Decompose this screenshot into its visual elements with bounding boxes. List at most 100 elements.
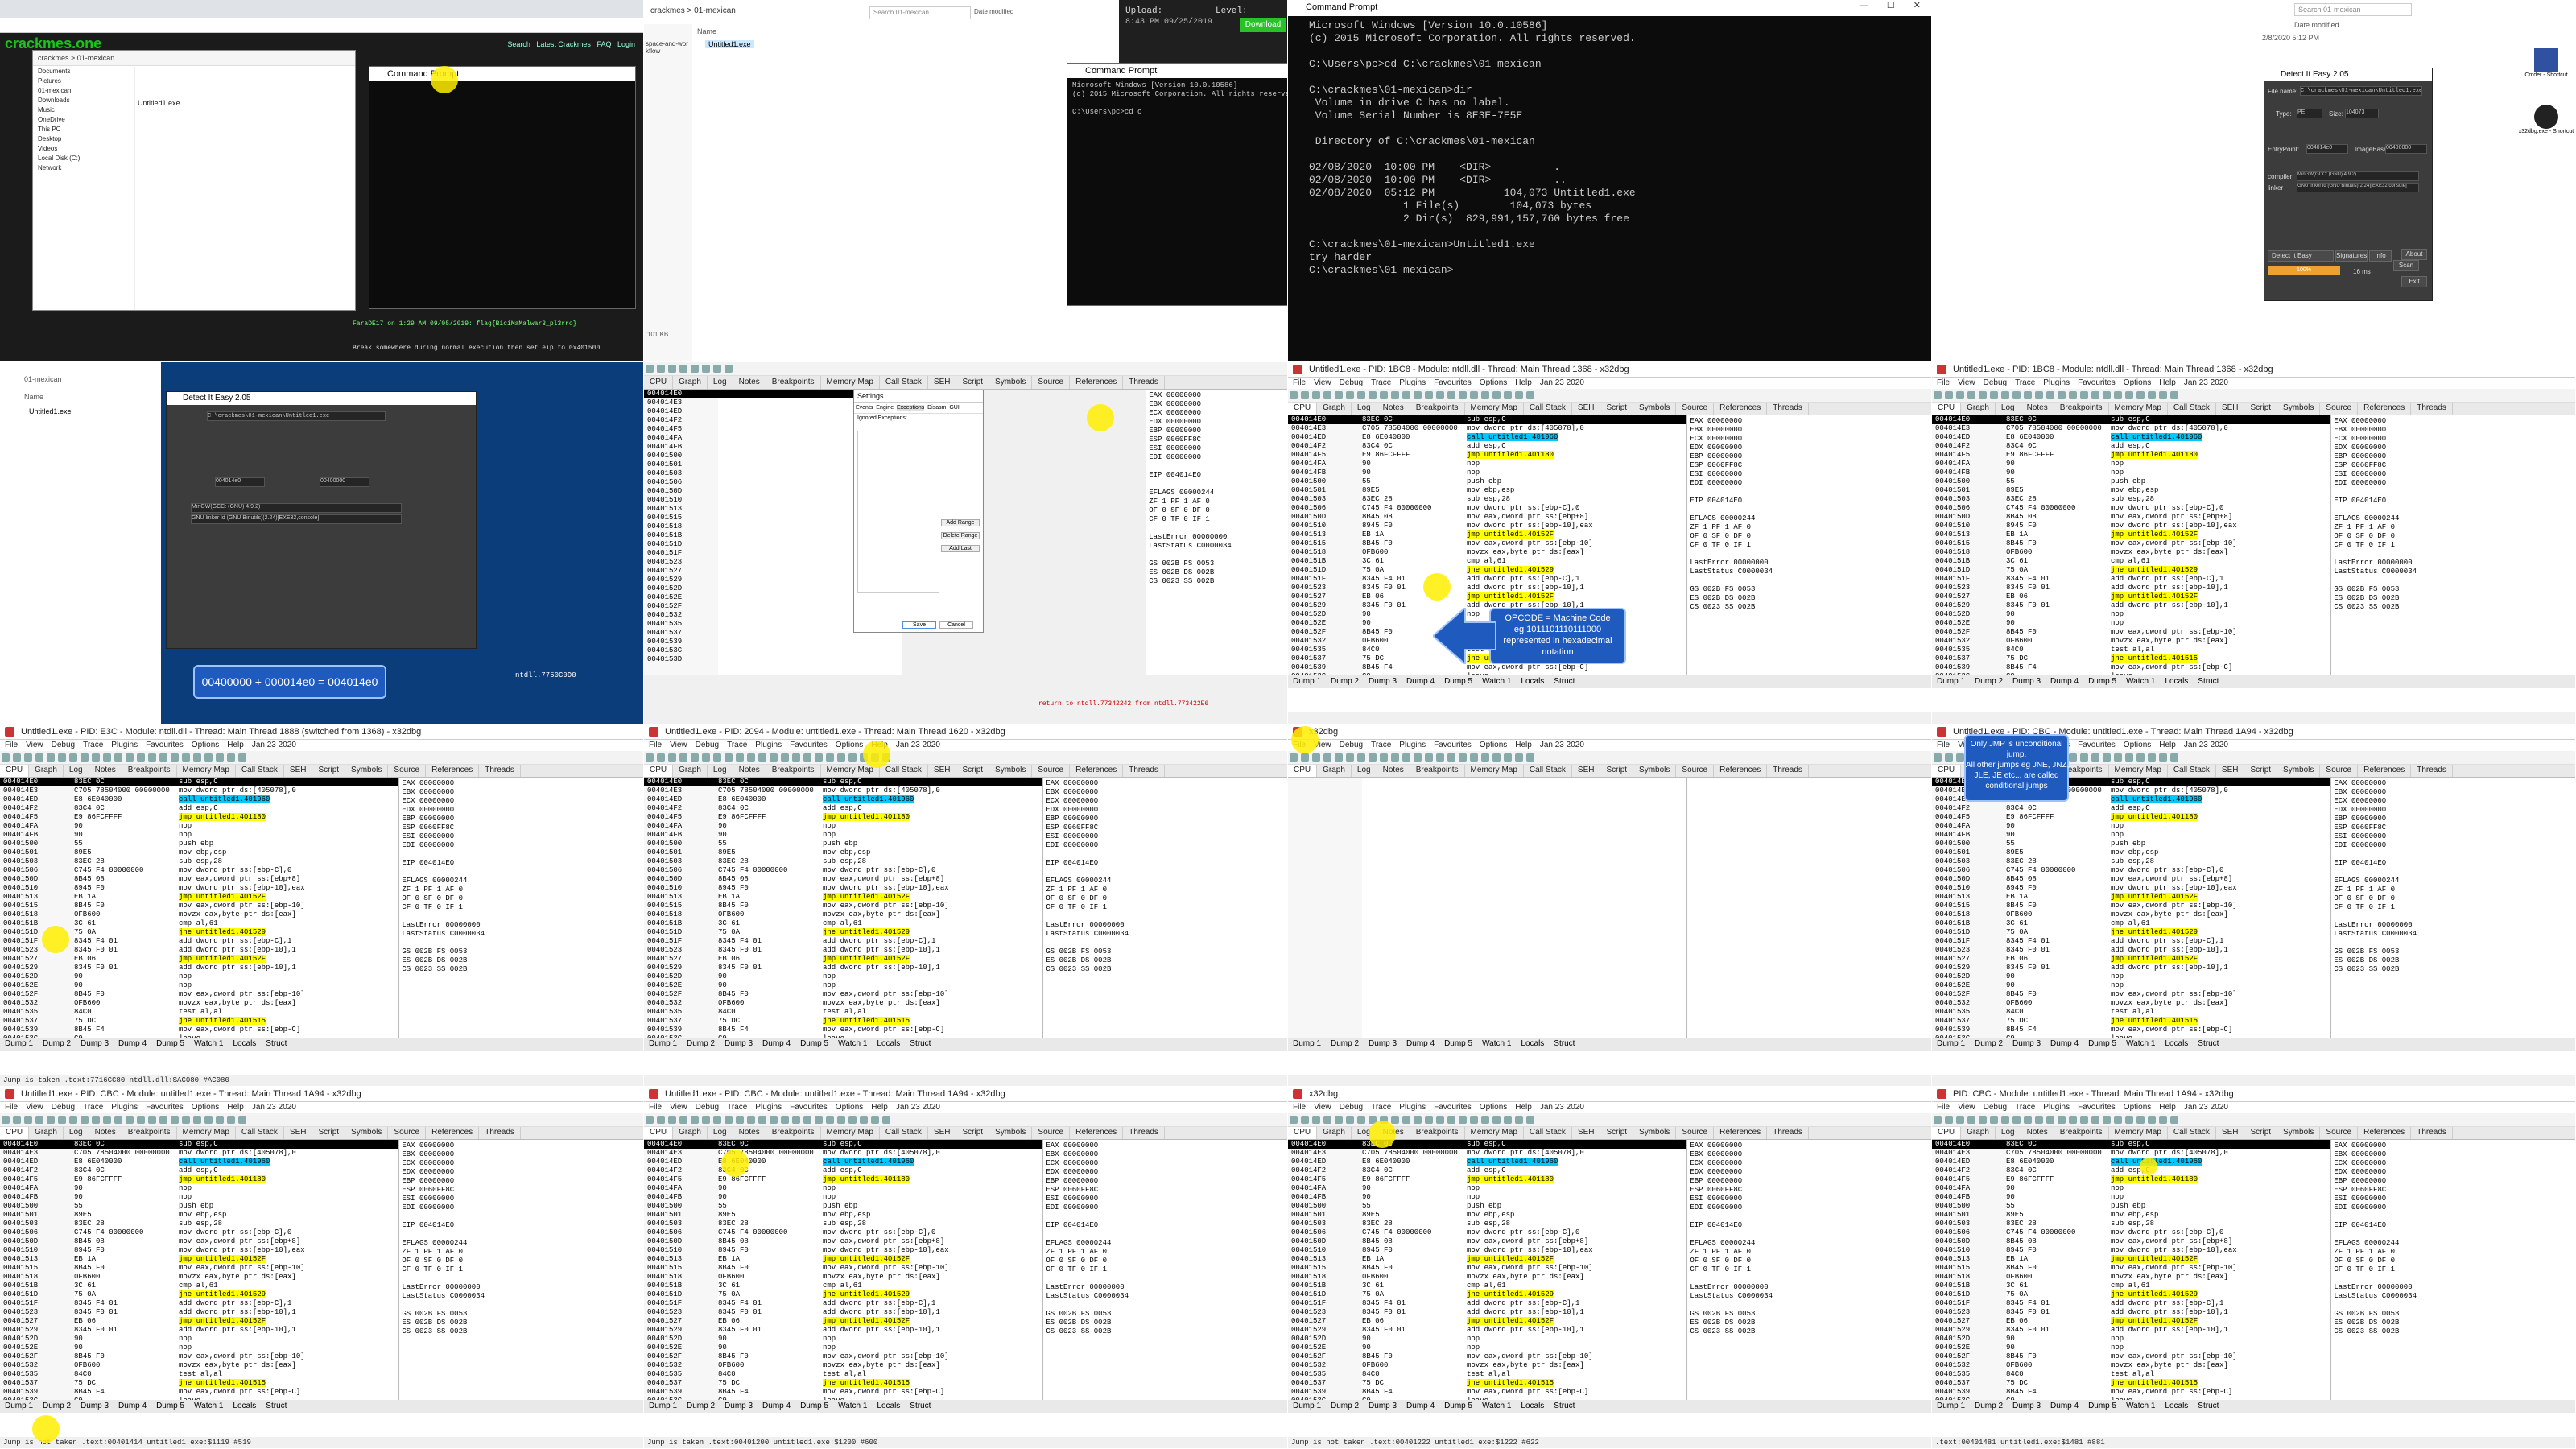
register-line[interactable]: EIP 004014E0 xyxy=(402,1221,640,1230)
tab-notes[interactable]: Notes xyxy=(89,1126,122,1139)
asm-row[interactable]: 0040151B 3C 61 cmp al,61 xyxy=(1288,557,1686,566)
asm-row[interactable]: 00401500 55 push ebp xyxy=(1932,840,2330,848)
toolbar-icon[interactable] xyxy=(1492,391,1501,399)
tab-seh[interactable]: SEH xyxy=(1572,764,1601,777)
asm-row[interactable]: 0040150D 8B45 08 mov eax,dword ptr ss:[ebp… xyxy=(1288,1237,1686,1246)
menu-item[interactable]: Favourites xyxy=(2078,741,2116,749)
asm-row[interactable]: 004014F5 E9 86FCFFFF jmp untitled1.401180 xyxy=(1932,451,2330,460)
toolbar-icon[interactable] xyxy=(1312,753,1320,762)
register-line[interactable]: EDI 00000000 xyxy=(2334,1203,2572,1212)
asm-row[interactable]: 004014E3C705 78504000 00000000mov dword … xyxy=(0,1149,398,1158)
asm-row[interactable]: 00401527 EB 06 jmp untitled1.40152F xyxy=(1288,1317,1686,1326)
register-line[interactable]: ESI 00000000 xyxy=(2334,1195,2572,1203)
asm-row[interactable]: 004014E3C705 78504000 00000000mov dword … xyxy=(0,786,398,795)
toolbar-icon[interactable] xyxy=(1391,753,1399,762)
tab-memory-map[interactable]: Memory Map xyxy=(2109,402,2168,415)
toolbar-icon[interactable] xyxy=(1323,391,1331,399)
menu-item[interactable]: Help xyxy=(2159,741,2176,749)
asm-row[interactable]: 00401501 89E5 mov ebp,esp xyxy=(1288,486,1686,495)
register-line[interactable]: EIP 004014E0 xyxy=(1046,1221,1284,1230)
tab-breakpoints[interactable]: Breakpoints xyxy=(122,764,177,777)
register-line[interactable] xyxy=(402,850,640,859)
asm-row[interactable]: 0040151F 8345 F4 01 add dword ptr ss:[ebp-… xyxy=(644,1299,1042,1308)
register-line[interactable]: CS 0023 SS 002B xyxy=(402,965,640,974)
toolbar-icon[interactable] xyxy=(238,753,246,762)
asm-row[interactable]: 004015320FB600movzx eax,byte ptr ds:[eax… xyxy=(0,1361,398,1370)
dump-tab[interactable]: Dump 4 xyxy=(114,1039,151,1048)
register-line[interactable]: EDI 00000000 xyxy=(1046,841,1284,850)
dump-tab[interactable]: Dump 5 xyxy=(795,1402,833,1410)
toolbar-icon[interactable] xyxy=(1967,391,1975,399)
asm-row[interactable]: 00401518 0FB600 movzx eax,byte ptr ds:[eax… xyxy=(1932,548,2330,557)
tab-breakpoints[interactable]: Breakpoints xyxy=(766,376,821,389)
disassembly-view[interactable]: 004014E083EC 0Csub esp,C004014E3C705 785… xyxy=(1932,415,2332,675)
register-line[interactable]: EBX 00000000 xyxy=(2334,426,2572,435)
toolbar-icon[interactable] xyxy=(1515,753,1523,762)
download-button[interactable]: Download xyxy=(1240,18,1286,32)
browser-address-bar[interactable] xyxy=(0,18,643,33)
tab-references[interactable]: References xyxy=(426,1126,480,1139)
dump-tab[interactable]: Watch 1 xyxy=(833,1402,872,1410)
sidebar-item[interactable]: Desktop xyxy=(38,134,134,144)
tab-call-stack[interactable]: Call Stack xyxy=(236,1126,284,1139)
menu-item[interactable]: Options xyxy=(2124,1103,2151,1112)
asm-row[interactable]: 0040153CC9leave xyxy=(1288,1397,1686,1400)
asm-row[interactable]: 00401518 0FB600 movzx eax,byte ptr ds:[eax… xyxy=(644,1273,1042,1282)
entrypoint-field[interactable]: 004014e0 xyxy=(215,477,265,487)
disassembly-view[interactable]: 004014E083EC 0Csub esp,C004014E3C705 785… xyxy=(644,1140,1044,1400)
register-line[interactable]: EBX 00000000 xyxy=(1046,788,1284,797)
register-line[interactable]: GS 002B FS 0053 xyxy=(1046,947,1284,956)
tab-memory-map[interactable]: Memory Map xyxy=(177,764,236,777)
entrypoint-field[interactable]: 004014e0 xyxy=(2306,144,2348,154)
tab-memory-map[interactable]: Memory Map xyxy=(821,1126,880,1139)
toolbar-icon[interactable] xyxy=(1945,1116,1953,1124)
register-line[interactable]: GS 002B FS 0053 xyxy=(1690,585,1928,594)
dump-tab[interactable]: Dump 1 xyxy=(1288,1402,1326,1410)
register-line[interactable]: ZF 1 PF 1 AF 0 xyxy=(1046,886,1284,894)
menu-item[interactable]: Options xyxy=(2124,741,2151,749)
tab-references[interactable]: References xyxy=(426,764,480,777)
toolbar-icon[interactable] xyxy=(1504,753,1512,762)
register-line[interactable] xyxy=(1690,488,1928,497)
asm-row[interactable]: 004014EDE8 6E040000call untitled1.401960 xyxy=(0,795,398,804)
register-line[interactable]: ESP 0060FF8C xyxy=(1149,436,1284,444)
register-line[interactable]: ESI 00000000 xyxy=(402,832,640,841)
dump-tab[interactable]: Dump 1 xyxy=(1932,677,1970,686)
about-button[interactable]: About xyxy=(2401,249,2427,260)
toolbar-icon[interactable] xyxy=(1414,753,1422,762)
toolbar-icon[interactable] xyxy=(1323,753,1331,762)
register-line[interactable]: LastError 00000000 xyxy=(402,1283,640,1292)
register-line[interactable]: EDX 00000000 xyxy=(2334,444,2572,452)
menu-item[interactable]: Plugins xyxy=(755,741,782,749)
asm-row[interactable]: 00401501 89E5 mov ebp,esp xyxy=(1932,848,2330,857)
register-line[interactable] xyxy=(2334,576,2572,585)
asm-row[interactable]: 00401501 89E5 mov ebp,esp xyxy=(0,1211,398,1220)
toolbar-icon[interactable] xyxy=(2069,1116,2077,1124)
toolbar-icon[interactable] xyxy=(13,753,21,762)
asm-row[interactable]: 004014FB 90 nop xyxy=(0,1193,398,1202)
asm-row[interactable]: 00401503 83EC 28 sub esp,28 xyxy=(0,857,398,866)
asm-row[interactable]: 004014E083EC 0Csub esp,C xyxy=(644,1140,1043,1149)
menu-item[interactable]: File xyxy=(5,1103,18,1112)
register-line[interactable]: ESP 0060FF8C xyxy=(2334,824,2572,832)
toolbar-icon[interactable] xyxy=(148,1116,156,1124)
register-line[interactable]: ECX 00000000 xyxy=(1690,1159,1928,1168)
register-line[interactable]: ES 002B DS 002B xyxy=(2334,594,2572,603)
tab-call-stack[interactable]: Call Stack xyxy=(1524,764,1572,777)
menu-item[interactable]: Options xyxy=(836,1103,863,1112)
asm-row[interactable]: 004014EDE8 6E040000call untitled1.401960 xyxy=(1932,433,2330,442)
menu-item[interactable]: Plugins xyxy=(755,1103,782,1112)
toolbar-icon[interactable] xyxy=(2069,753,2077,762)
tab-seh[interactable]: SEH xyxy=(928,1126,957,1139)
register-line[interactable]: EAX 00000000 xyxy=(1149,391,1284,400)
menu-item[interactable]: Trace xyxy=(727,741,747,749)
asm-row[interactable]: 0040153775 DCjne untitled1.401515 xyxy=(1288,1379,1686,1388)
asm-row[interactable]: 00401510 8945 F0 mov dword ptr ss:[ebp-10]… xyxy=(0,1246,398,1255)
asm-row[interactable]: 0040152F8B45 F0mov eax,dword ptr ss:[ebp… xyxy=(0,990,398,999)
dump-tab[interactable]: Dump 4 xyxy=(758,1402,795,1410)
register-line[interactable]: CS 0023 SS 002B xyxy=(402,1327,640,1336)
dump-tab[interactable]: Struct xyxy=(1549,1039,1579,1048)
register-line[interactable]: LastStatus C0000034 xyxy=(2334,1292,2572,1301)
asm-row[interactable]: 00401510 8945 F0 mov dword ptr ss:[ebp-10]… xyxy=(0,884,398,893)
toolbar-icon[interactable] xyxy=(747,753,755,762)
